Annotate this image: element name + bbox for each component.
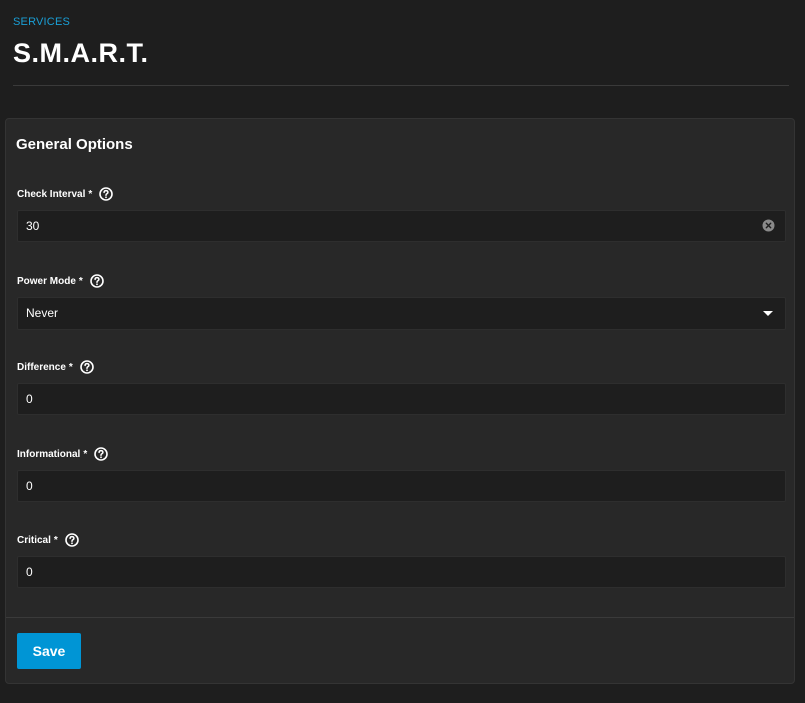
critical-value: 0 — [26, 565, 33, 579]
general-options-card: General Options Check Interval * 30 Powe… — [5, 118, 795, 684]
difference-label: Difference — [17, 361, 66, 373]
card-title: General Options — [16, 136, 133, 153]
informational-field: Informational * 0 — [17, 445, 786, 502]
caret-down-icon[interactable] — [763, 311, 773, 316]
required-marker: * — [78, 275, 83, 287]
difference-label-row: Difference * — [17, 358, 786, 376]
help-circle-icon[interactable] — [94, 447, 109, 461]
breadcrumb[interactable]: SERVICES — [13, 16, 70, 28]
informational-label-row: Informational * — [17, 445, 786, 463]
difference-input[interactable]: 0 — [17, 383, 786, 415]
critical-label-row: Critical * — [17, 531, 786, 549]
critical-input[interactable]: 0 — [17, 556, 786, 588]
help-circle-icon[interactable] — [99, 187, 114, 201]
difference-field: Difference * 0 — [17, 358, 786, 415]
check-interval-label: Check Interval — [17, 188, 86, 200]
check-interval-value: 30 — [26, 219, 40, 233]
critical-field: Critical * 0 — [17, 531, 786, 588]
power-mode-label: Power Mode — [17, 275, 76, 287]
help-circle-icon[interactable] — [90, 274, 104, 288]
power-mode-value: Never — [26, 306, 59, 320]
critical-label: Critical — [17, 534, 51, 546]
difference-value: 0 — [26, 392, 33, 406]
help-circle-icon[interactable] — [80, 360, 94, 374]
power-mode-field: Power Mode * Never — [17, 272, 786, 330]
check-interval-input[interactable]: 30 — [17, 210, 786, 242]
header-divider — [13, 85, 789, 86]
required-marker: * — [88, 188, 93, 200]
informational-input[interactable]: 0 — [17, 470, 786, 502]
help-circle-icon[interactable] — [65, 533, 79, 547]
power-mode-select[interactable]: Never — [17, 297, 786, 330]
page-title: S.M.A.R.T. — [13, 38, 149, 68]
check-interval-label-row: Check Interval * — [17, 185, 786, 203]
required-marker: * — [83, 448, 88, 460]
save-button[interactable]: Save — [17, 633, 81, 669]
required-marker: * — [53, 534, 58, 546]
power-mode-label-row: Power Mode * — [17, 272, 786, 290]
card-divider — [6, 617, 794, 618]
informational-label: Informational — [17, 448, 81, 460]
check-interval-field: Check Interval * 30 — [17, 185, 786, 242]
required-marker: * — [68, 361, 73, 373]
clear-circle-icon[interactable] — [762, 219, 775, 232]
informational-value: 0 — [26, 479, 33, 493]
